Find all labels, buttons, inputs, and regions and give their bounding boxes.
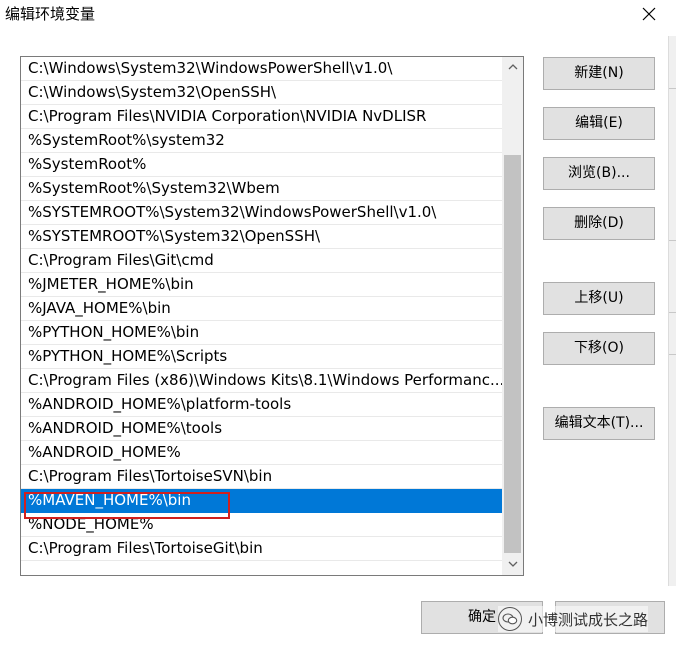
vertical-scrollbar[interactable] xyxy=(502,57,523,575)
chevron-up-icon xyxy=(508,64,517,70)
path-list-item[interactable]: C:\Windows\System32\OpenSSH\ xyxy=(21,81,502,105)
path-list-item[interactable]: %SystemRoot%\System32\Wbem xyxy=(21,177,502,201)
close-icon xyxy=(642,7,656,21)
path-list-item[interactable]: C:\Program Files\Git\cmd xyxy=(21,249,502,273)
scroll-down-button[interactable] xyxy=(502,554,523,574)
delete-button[interactable]: 删除(D) xyxy=(543,207,655,240)
browse-button[interactable]: 浏览(B)... xyxy=(543,157,655,190)
watermark-text: 小博测试成长之路 xyxy=(528,610,649,629)
edit-text-button[interactable]: 编辑文本(T)... xyxy=(543,407,655,440)
path-list-item[interactable]: %SYSTEMROOT%\System32\OpenSSH\ xyxy=(21,225,502,249)
watermark: 小博测试成长之路 xyxy=(498,606,649,632)
path-list-item[interactable]: %PYTHON_HOME%\Scripts xyxy=(21,345,502,369)
move-up-button[interactable]: 上移(U) xyxy=(543,282,655,315)
close-button[interactable] xyxy=(622,0,676,28)
path-list-item[interactable]: %SystemRoot%\system32 xyxy=(21,129,502,153)
path-list-item[interactable]: %SYSTEMROOT%\System32\WindowsPowerShell\… xyxy=(21,201,502,225)
path-listbox[interactable]: C:\Windows\System32\WindowsPowerShell\v1… xyxy=(20,56,524,576)
scroll-up-button[interactable] xyxy=(502,57,523,77)
edit-env-var-dialog: 编辑环境变量 C:\Windows\System32\WindowsPowerS… xyxy=(0,0,676,650)
path-list-item[interactable]: %JAVA_HOME%\bin xyxy=(21,297,502,321)
path-list-item[interactable]: %PYTHON_HOME%\bin xyxy=(21,321,502,345)
window-title: 编辑环境变量 xyxy=(5,5,96,23)
path-list-item[interactable]: C:\Program Files (x86)\Windows Kits\8.1\… xyxy=(21,369,502,393)
path-list-item[interactable]: %JMETER_HOME%\bin xyxy=(21,273,502,297)
new-button[interactable]: 新建(N) xyxy=(543,57,655,90)
path-list-item[interactable]: C:\Program Files\TortoiseGit\bin xyxy=(21,537,502,561)
path-list-item[interactable]: C:\Program Files\NVIDIA Corporation\NVID… xyxy=(21,105,502,129)
window-edge xyxy=(668,36,676,586)
scroll-thumb[interactable] xyxy=(504,155,521,553)
path-list-item[interactable]: %ANDROID_HOME%\platform-tools xyxy=(21,393,502,417)
path-list-item[interactable]: %SystemRoot% xyxy=(21,153,502,177)
path-list-item[interactable]: C:\Windows\System32\WindowsPowerShell\v1… xyxy=(21,57,502,81)
chevron-down-icon xyxy=(508,561,517,567)
path-list-item[interactable]: %ANDROID_HOME% xyxy=(21,441,502,465)
wechat-logo-icon xyxy=(498,607,522,631)
move-down-button[interactable]: 下移(O) xyxy=(543,332,655,365)
highlight-annotation xyxy=(24,492,230,519)
title-bar: 编辑环境变量 xyxy=(0,0,676,32)
path-list-item[interactable]: C:\Program Files\TortoiseSVN\bin xyxy=(21,465,502,489)
path-list-item[interactable]: %ANDROID_HOME%\tools xyxy=(21,417,502,441)
edit-button[interactable]: 编辑(E) xyxy=(543,107,655,140)
